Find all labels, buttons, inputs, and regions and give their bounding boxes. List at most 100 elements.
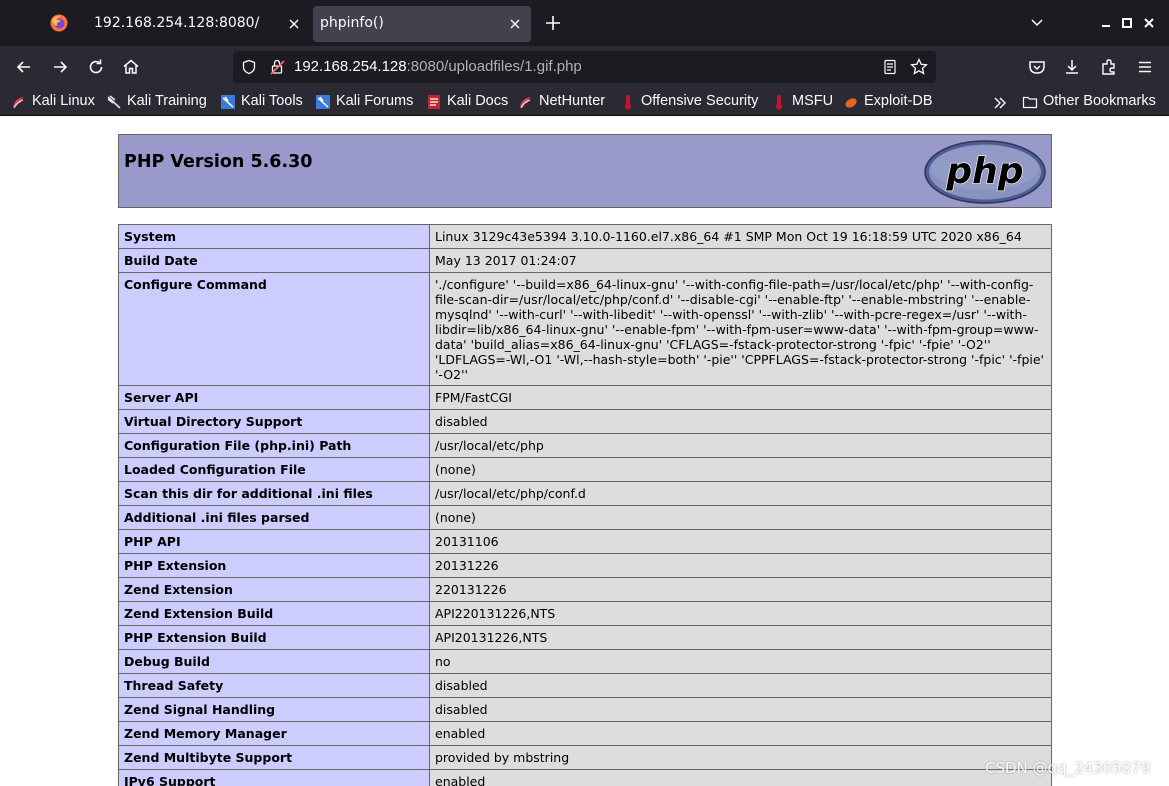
bookmark-label: Kali Forums xyxy=(336,93,414,109)
bookmark-offensive-security[interactable]: Offensive Security xyxy=(620,93,758,111)
setting-name: Scan this dir for additional .ini files xyxy=(118,481,430,506)
close-tab-icon[interactable] xyxy=(286,16,302,32)
php-version-header: PHP Version 5.6.30 php xyxy=(118,134,1052,208)
firefox-icon[interactable] xyxy=(50,14,68,32)
setting-value: FPM/FastCGI xyxy=(429,385,1052,410)
bookmark-kali-docs[interactable]: Kali Docs xyxy=(426,93,508,111)
bookmark-kali-forums[interactable]: Kali Forums xyxy=(315,93,413,111)
setting-name: Zend Multibyte Support xyxy=(118,745,430,770)
offensive-security-icon xyxy=(625,95,631,110)
watermark: CSDN @qq_24305079 xyxy=(985,759,1151,777)
close-window-icon[interactable] xyxy=(1142,16,1156,30)
kali-tools-icon xyxy=(221,95,235,109)
setting-value: './configure' '--build=x86_64-linux-gnu'… xyxy=(429,272,1052,386)
setting-value: (none) xyxy=(429,505,1052,530)
tab-home[interactable]: 192.168.254.128:8080/ xyxy=(80,6,310,42)
setting-name: Configuration File (php.ini) Path xyxy=(118,433,430,458)
bookmark-label: Exploit-DB xyxy=(864,93,933,109)
table-row: Virtual Directory Support disabled xyxy=(118,409,1052,434)
setting-value: disabled xyxy=(429,697,1052,722)
setting-value: /usr/local/etc/php/conf.d xyxy=(429,481,1052,506)
setting-name: Thread Safety xyxy=(118,673,430,698)
table-row: Loaded Configuration File (none) xyxy=(118,457,1052,482)
navigation-toolbar: 192.168.254.128:8080/uploadfiles/1.gif.p… xyxy=(0,46,1169,88)
table-row: Zend Extension 220131226 xyxy=(118,577,1052,602)
msfu-icon xyxy=(776,95,782,110)
setting-name: Server API xyxy=(118,385,430,410)
tracking-protection-shield-icon[interactable] xyxy=(241,59,257,75)
minimize-window-icon[interactable] xyxy=(1099,16,1113,30)
bookmark-msfu[interactable]: MSFU xyxy=(771,93,833,111)
new-tab-plus-icon[interactable] xyxy=(544,14,562,32)
table-row: Configure Command './configure' '--build=… xyxy=(118,272,1052,386)
setting-value: no xyxy=(429,649,1052,674)
setting-value: disabled xyxy=(429,673,1052,698)
setting-name: Zend Extension Build xyxy=(118,601,430,626)
setting-name: Zend Extension xyxy=(118,577,430,602)
reload-icon[interactable] xyxy=(86,57,106,77)
close-tab-icon[interactable] xyxy=(507,16,523,32)
setting-name: PHP API xyxy=(118,529,430,554)
table-row: PHP API 20131106 xyxy=(118,529,1052,554)
bookmark-kali-tools[interactable]: Kali Tools xyxy=(220,93,303,111)
bookmark-kali-linux[interactable]: Kali Linux xyxy=(11,93,95,111)
setting-value: enabled xyxy=(429,769,1052,786)
tab-phpinfo-active[interactable]: phpinfo() xyxy=(313,6,531,42)
setting-name: Configure Command xyxy=(118,272,430,386)
maximize-window-icon[interactable] xyxy=(1120,16,1134,30)
bookmark-nethunter[interactable]: NetHunter xyxy=(518,93,605,111)
setting-name: PHP Extension Build xyxy=(118,625,430,650)
kali-dragon-icon xyxy=(13,97,24,109)
insecure-connection-lock-icon[interactable] xyxy=(269,58,287,76)
phpinfo-table-body: System Linux 3129c43e5394 3.10.0-1160.el7… xyxy=(118,224,1052,786)
phpinfo-table: System Linux 3129c43e5394 3.10.0-1160.el7… xyxy=(118,224,1052,786)
more-bookmarks-chevron-icon[interactable] xyxy=(992,95,1008,111)
page-viewport: PHP Version 5.6.30 php System Linux 3129c… xyxy=(0,117,1169,786)
back-arrow-icon[interactable] xyxy=(14,57,34,77)
other-bookmarks-folder[interactable]: Other Bookmarks xyxy=(1022,93,1156,111)
setting-name: Loaded Configuration File xyxy=(118,457,430,482)
setting-value: Linux 3129c43e5394 3.10.0-1160.el7.x86_6… xyxy=(429,224,1052,249)
table-row: Zend Multibyte Support provided by mbstri… xyxy=(118,745,1052,770)
forward-arrow-icon[interactable] xyxy=(50,57,70,77)
bookmark-exploit-db[interactable]: Exploit-DB xyxy=(843,93,933,111)
setting-value: May 13 2017 01:24:07 xyxy=(429,248,1052,273)
bookmark-kali-training[interactable]: Kali Training xyxy=(106,93,207,111)
list-all-tabs-chevron-icon[interactable] xyxy=(1030,16,1044,30)
extensions-puzzle-icon[interactable] xyxy=(1099,57,1119,77)
bookmark-label: MSFU xyxy=(792,93,834,109)
setting-name: Additional .ini files parsed xyxy=(118,505,430,530)
setting-value: (none) xyxy=(429,457,1052,482)
bookmark-star-icon[interactable] xyxy=(910,58,928,76)
nethunter-icon xyxy=(520,97,531,109)
table-row: Additional .ini files parsed (none) xyxy=(118,505,1052,530)
downloads-icon[interactable] xyxy=(1062,57,1082,77)
tab-strip: 192.168.254.128:8080/ phpinfo() xyxy=(0,0,1169,46)
kali-forums-icon xyxy=(316,95,330,109)
setting-value: API20131226,NTS xyxy=(429,625,1052,650)
other-bookmarks-label: Other Bookmarks xyxy=(1043,93,1156,109)
tab-title: phpinfo() xyxy=(320,15,384,31)
setting-name: System xyxy=(118,224,430,249)
table-row: PHP Extension 20131226 xyxy=(118,553,1052,578)
setting-name: PHP Extension xyxy=(118,553,430,578)
address-bar[interactable]: 192.168.254.128:8080/uploadfiles/1.gif.p… xyxy=(233,51,936,83)
php-version-title: PHP Version 5.6.30 xyxy=(124,152,313,172)
bookmark-label: Kali Linux xyxy=(32,93,95,109)
setting-value: 220131226 xyxy=(429,577,1052,602)
folder-icon xyxy=(1022,96,1038,109)
table-row: Zend Extension Build API220131226,NTS xyxy=(118,601,1052,626)
bookmark-label: Offensive Security xyxy=(641,93,759,109)
setting-value: /usr/local/etc/php xyxy=(429,433,1052,458)
url-text[interactable]: 192.168.254.128:8080/uploadfiles/1.gif.p… xyxy=(294,58,582,75)
table-row: Debug Build no xyxy=(118,649,1052,674)
setting-name: Zend Memory Manager xyxy=(118,721,430,746)
kali-docs-icon xyxy=(428,95,440,109)
table-row: Thread Safety disabled xyxy=(118,673,1052,698)
hamburger-menu-icon[interactable] xyxy=(1135,57,1155,77)
bookmark-label: NetHunter xyxy=(539,93,606,109)
pocket-icon[interactable] xyxy=(1027,57,1047,77)
home-icon[interactable] xyxy=(121,57,141,77)
reader-view-icon[interactable] xyxy=(882,59,898,75)
table-row: Zend Memory Manager enabled xyxy=(118,721,1052,746)
